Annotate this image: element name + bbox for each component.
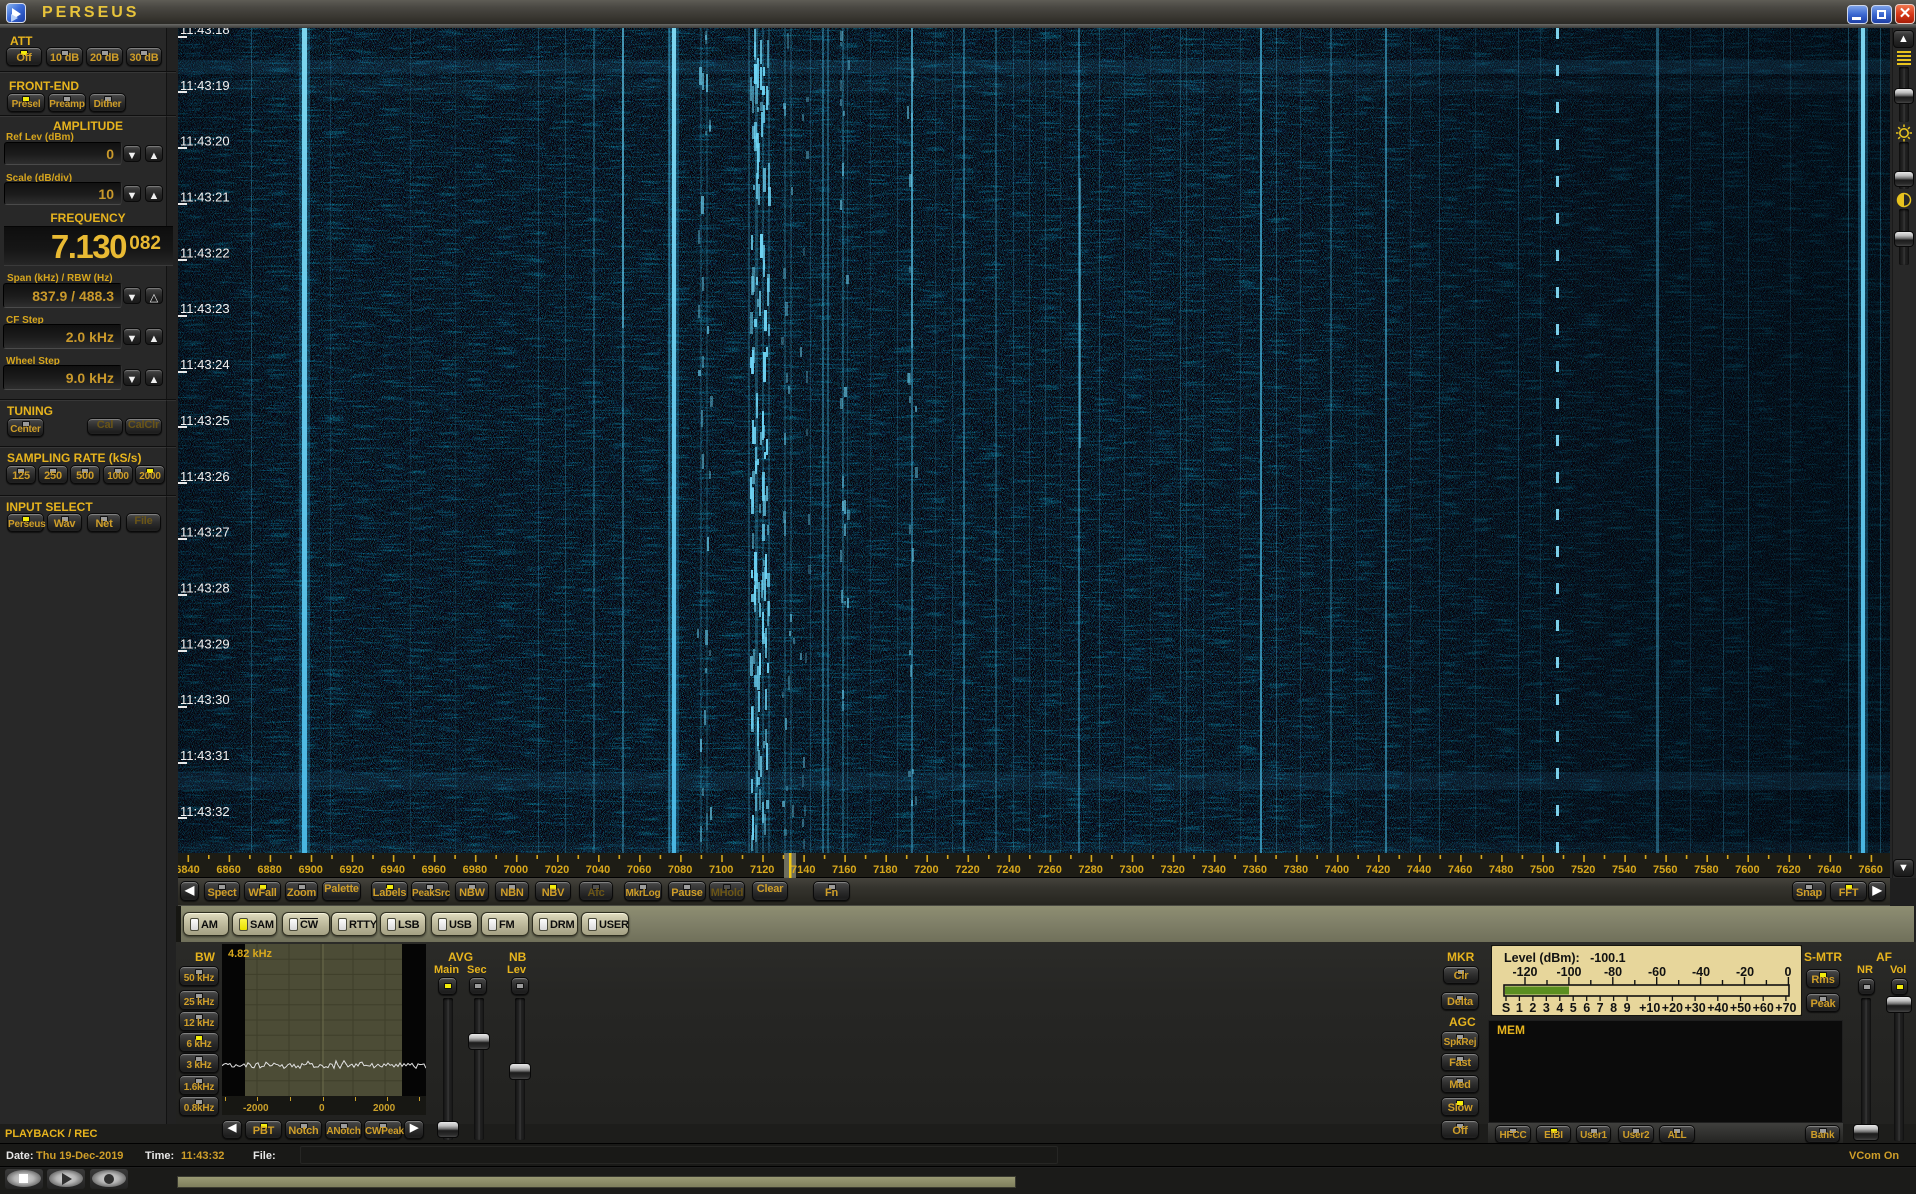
svg-text:11:43:27: 11:43:27 [180,525,230,540]
svg-text:+60: +60 [1753,1001,1774,1015]
svg-text:7420: 7420 [1366,864,1390,876]
svg-text:6980: 6980 [463,864,487,876]
svg-text:11:43:28: 11:43:28 [180,581,230,596]
svg-text:6920: 6920 [339,864,363,876]
svg-text:7260: 7260 [1037,864,1061,876]
svg-text:7040: 7040 [586,864,610,876]
svg-text:7640: 7640 [1817,864,1841,876]
svg-text:7320: 7320 [1160,864,1184,876]
svg-text:4.82 kHz: 4.82 kHz [228,948,273,960]
svg-text:11:43:26: 11:43:26 [180,469,230,484]
svg-text:7020: 7020 [545,864,569,876]
svg-text:6840: 6840 [178,864,200,876]
svg-text:7060: 7060 [627,864,651,876]
svg-text:-120: -120 [1512,965,1537,979]
svg-text:7580: 7580 [1694,864,1718,876]
svg-text:Level (dBm): -100.1: Level (dBm): -100.1 [1504,951,1626,965]
svg-text:+20: +20 [1662,1001,1683,1015]
svg-text:7: 7 [1597,1001,1604,1015]
svg-text:7240: 7240 [996,864,1020,876]
svg-text:11:43:21: 11:43:21 [180,190,230,205]
svg-text:8: 8 [1610,1001,1617,1015]
svg-text:7200: 7200 [914,864,938,876]
svg-text:3: 3 [1543,1001,1550,1015]
svg-text:7100: 7100 [709,864,733,876]
svg-text:11:43:29: 11:43:29 [180,636,230,651]
svg-text:7300: 7300 [1119,864,1143,876]
svg-text:S: S [1502,1001,1510,1015]
svg-text:7560: 7560 [1653,864,1677,876]
svg-text:7120: 7120 [750,864,774,876]
svg-text:5: 5 [1570,1001,1577,1015]
svg-text:7540: 7540 [1612,864,1636,876]
svg-text:7480: 7480 [1489,864,1513,876]
svg-text:7340: 7340 [1202,864,1226,876]
svg-text:7600: 7600 [1735,864,1759,876]
svg-text:11:43:31: 11:43:31 [180,748,230,763]
svg-text:4: 4 [1556,1001,1563,1015]
svg-text:7400: 7400 [1325,864,1349,876]
svg-text:-20: -20 [1736,965,1754,979]
svg-text:11:43:32: 11:43:32 [180,804,230,819]
svg-text:7620: 7620 [1776,864,1800,876]
svg-text:11:43:30: 11:43:30 [180,692,230,707]
svg-text:7080: 7080 [668,864,692,876]
svg-text:7220: 7220 [955,864,979,876]
svg-text:6: 6 [1583,1001,1590,1015]
svg-text:11:43:19: 11:43:19 [180,78,230,93]
svg-text:7440: 7440 [1407,864,1431,876]
svg-text:+30: +30 [1684,1001,1705,1015]
svg-text:1: 1 [1516,1001,1523,1015]
svg-text:-40: -40 [1692,965,1710,979]
svg-text:7180: 7180 [873,864,897,876]
svg-text:-60: -60 [1648,965,1666,979]
svg-text:0: 0 [1785,965,1792,979]
svg-text:11:43:24: 11:43:24 [180,357,230,372]
svg-text:7360: 7360 [1243,864,1267,876]
svg-text:+50: +50 [1730,1001,1751,1015]
svg-text:11:43:20: 11:43:20 [180,134,230,149]
svg-text:9: 9 [1624,1001,1631,1015]
svg-text:+70: +70 [1775,1001,1796,1015]
svg-text:-100: -100 [1556,965,1581,979]
svg-text:7380: 7380 [1284,864,1308,876]
svg-text:7000: 7000 [504,864,528,876]
svg-text:7500: 7500 [1530,864,1554,876]
svg-text:+40: +40 [1707,1001,1728,1015]
svg-text:6940: 6940 [381,864,405,876]
svg-text:11:43:18: 11:43:18 [180,28,230,37]
svg-text:6880: 6880 [257,864,281,876]
svg-text:7160: 7160 [832,864,856,876]
svg-text:2: 2 [1529,1001,1536,1015]
svg-text:6900: 6900 [298,864,322,876]
svg-text:7660: 7660 [1858,864,1882,876]
svg-text:-80: -80 [1604,965,1622,979]
svg-text:+10: +10 [1639,1001,1660,1015]
svg-text:7460: 7460 [1448,864,1472,876]
svg-text:7280: 7280 [1078,864,1102,876]
svg-text:11:43:23: 11:43:23 [180,301,230,316]
svg-text:11:43:25: 11:43:25 [180,413,230,428]
svg-text:11:43:22: 11:43:22 [180,245,230,260]
svg-text:7140: 7140 [791,864,815,876]
svg-text:6860: 6860 [216,864,240,876]
svg-text:6960: 6960 [422,864,446,876]
svg-text:7520: 7520 [1571,864,1595,876]
